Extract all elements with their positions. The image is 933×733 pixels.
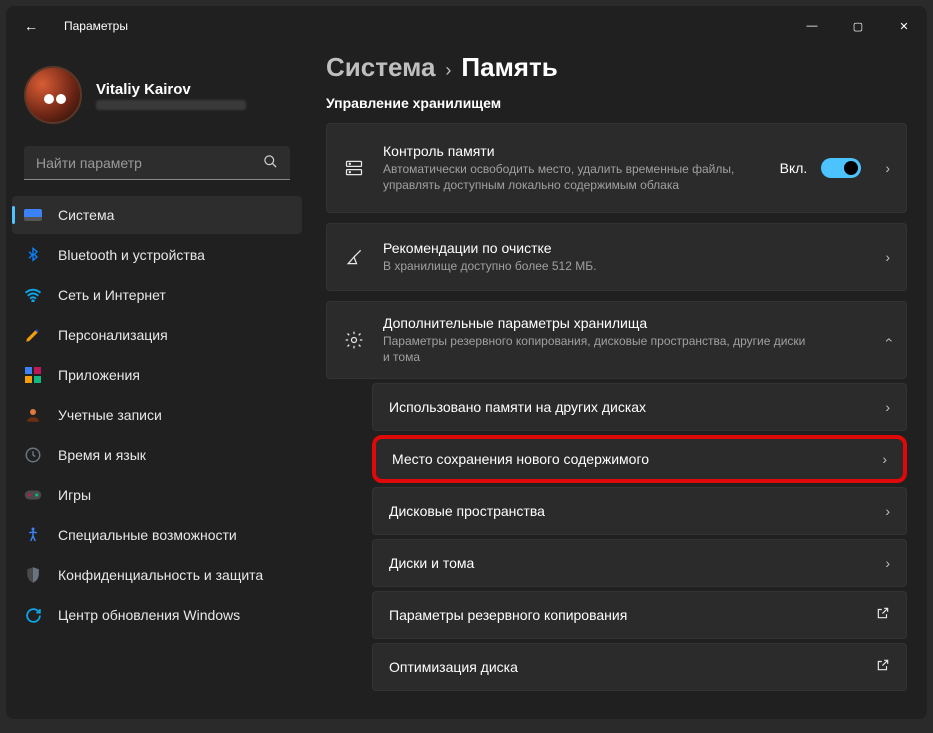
- chevron-up-icon: ›: [880, 338, 896, 343]
- user-name: Vitaliy Kairov: [96, 81, 246, 98]
- sidebar-item-label: Приложения: [58, 367, 140, 383]
- chevron-right-icon: ›: [885, 399, 890, 415]
- sidebar-item-network[interactable]: Сеть и Интернет: [12, 276, 302, 314]
- chevron-right-icon: ›: [882, 451, 887, 467]
- card-title: Параметры резервного копирования: [389, 607, 876, 623]
- minimize-button[interactable]: —: [789, 6, 835, 46]
- card-advanced-storage[interactable]: Дополнительные параметры хранилища Парам…: [326, 301, 907, 379]
- breadcrumb-current: Память: [461, 52, 557, 83]
- sidebar-item-label: Учетные записи: [58, 407, 162, 423]
- card-disks-volumes[interactable]: Диски и тома ›: [372, 539, 907, 587]
- card-storage-other-drives[interactable]: Использовано памяти на других дисках ›: [372, 383, 907, 431]
- card-sub: В хранилище доступно более 512 МБ.: [383, 258, 813, 274]
- user-profile[interactable]: Vitaliy Kairov: [6, 54, 308, 142]
- card-title: Использовано памяти на других дисках: [389, 399, 875, 415]
- gamepad-icon: [24, 486, 42, 504]
- broom-icon: [343, 247, 365, 267]
- maximize-button[interactable]: ▢: [835, 6, 881, 46]
- sidebar-item-bluetooth[interactable]: Bluetooth и устройства: [12, 236, 302, 274]
- sidebar-item-windows-update[interactable]: Центр обновления Windows: [12, 596, 302, 634]
- avatar: [24, 66, 82, 124]
- sidebar-item-label: Система: [58, 207, 114, 223]
- apps-icon: [24, 366, 42, 384]
- sidebar-item-privacy[interactable]: Конфиденциальность и защита: [12, 556, 302, 594]
- chevron-right-icon: ›: [885, 555, 890, 571]
- update-icon: [24, 606, 42, 624]
- sidebar-item-label: Специальные возможности: [58, 527, 237, 543]
- window-title: Параметры: [64, 19, 128, 33]
- gear-icon: [343, 330, 365, 350]
- sidebar-item-label: Bluetooth и устройства: [58, 247, 205, 263]
- sidebar-item-accounts[interactable]: Учетные записи: [12, 396, 302, 434]
- card-title: Оптимизация диска: [389, 659, 876, 675]
- sidebar-item-label: Конфиденциальность и защита: [58, 567, 263, 583]
- card-title: Место сохранения нового содержимого: [392, 451, 872, 467]
- chevron-right-icon: ›: [885, 249, 890, 265]
- card-title: Дополнительные параметры хранилища: [383, 315, 875, 331]
- person-icon: [24, 406, 42, 424]
- card-title: Дисковые пространства: [389, 503, 875, 519]
- card-storage-sense[interactable]: Контроль памяти Автоматически освободить…: [326, 123, 907, 213]
- card-backup-options[interactable]: Параметры резервного копирования: [372, 591, 907, 639]
- chevron-right-icon: ›: [885, 503, 890, 519]
- sidebar-item-time-language[interactable]: Время и язык: [12, 436, 302, 474]
- card-sub: Параметры резервного копирования, дисков…: [383, 333, 813, 365]
- sidebar-item-gaming[interactable]: Игры: [12, 476, 302, 514]
- accessibility-icon: [24, 526, 42, 544]
- toggle-state-label: Вкл.: [780, 160, 808, 176]
- card-sub: Автоматически освободить место, удалить …: [383, 161, 780, 193]
- external-link-icon: [876, 658, 890, 676]
- sidebar-item-accessibility[interactable]: Специальные возможности: [12, 516, 302, 554]
- breadcrumb-parent[interactable]: Система: [326, 52, 435, 83]
- sidebar-item-apps[interactable]: Приложения: [12, 356, 302, 394]
- chevron-right-icon: ›: [885, 160, 890, 176]
- sidebar-item-label: Время и язык: [58, 447, 146, 463]
- system-icon: [24, 206, 42, 224]
- breadcrumb-separator: ›: [445, 60, 451, 81]
- breadcrumb: Система › Память: [326, 52, 907, 83]
- search-box[interactable]: [24, 146, 290, 180]
- user-email: [96, 100, 246, 110]
- external-link-icon: [876, 606, 890, 624]
- wifi-icon: [24, 286, 42, 304]
- search-input[interactable]: [36, 155, 263, 171]
- sidebar-item-personalization[interactable]: Персонализация: [12, 316, 302, 354]
- card-save-locations[interactable]: Место сохранения нового содержимого ›: [372, 435, 907, 483]
- card-title: Диски и тома: [389, 555, 875, 571]
- shield-icon: [24, 566, 42, 584]
- search-icon: [263, 154, 278, 172]
- sidebar-item-label: Центр обновления Windows: [58, 607, 240, 623]
- storage-sense-icon: [343, 158, 365, 178]
- section-header-storage-management: Управление хранилищем: [326, 95, 907, 111]
- card-title: Рекомендации по очистке: [383, 240, 875, 256]
- card-drive-optimization[interactable]: Оптимизация диска: [372, 643, 907, 691]
- sidebar-item-label: Сеть и Интернет: [58, 287, 166, 303]
- sidebar-item-system[interactable]: Система: [12, 196, 302, 234]
- brush-icon: [24, 326, 42, 344]
- close-button[interactable]: ✕: [881, 6, 927, 46]
- bluetooth-icon: [24, 246, 42, 264]
- storage-sense-toggle[interactable]: [821, 158, 861, 178]
- back-button[interactable]: ←: [24, 18, 42, 34]
- card-cleanup-recommendations[interactable]: Рекомендации по очистке В хранилище дост…: [326, 223, 907, 291]
- sidebar-item-label: Игры: [58, 487, 91, 503]
- card-storage-spaces[interactable]: Дисковые пространства ›: [372, 487, 907, 535]
- clock-globe-icon: [24, 446, 42, 464]
- card-title: Контроль памяти: [383, 143, 780, 159]
- sidebar-item-label: Персонализация: [58, 327, 168, 343]
